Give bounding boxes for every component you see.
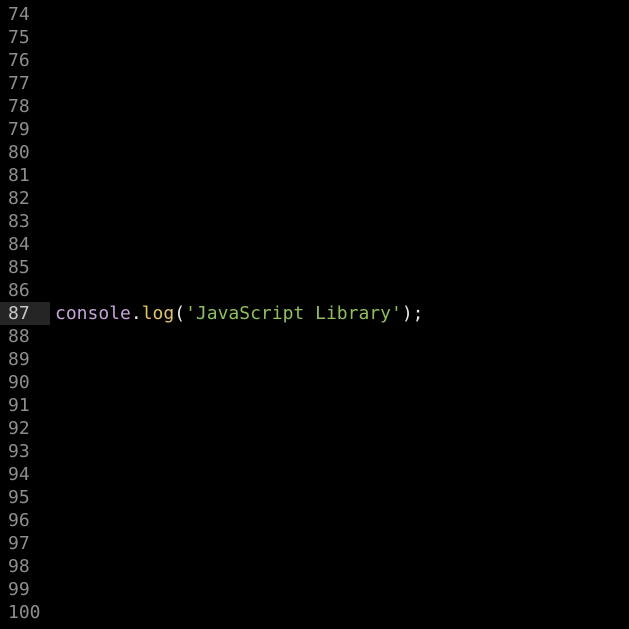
code-line[interactable] [55, 256, 629, 279]
line-number-gutter: 74 75 76 77 78 79 80 81 82 83 84 85 86 8… [0, 3, 50, 624]
code-line[interactable] [55, 141, 629, 164]
code-line[interactable] [55, 486, 629, 509]
line-number: 82 [8, 188, 30, 209]
code-line[interactable] [55, 371, 629, 394]
code-line[interactable] [55, 210, 629, 233]
active-line-number: 87 [0, 302, 50, 325]
line-number: 75 [8, 27, 30, 48]
code-line[interactable] [55, 394, 629, 417]
code-line[interactable] [55, 118, 629, 141]
line-number: 90 [8, 372, 30, 393]
code-line[interactable] [55, 555, 629, 578]
code-line[interactable] [55, 95, 629, 118]
code-token-close: ); [401, 303, 424, 324]
code-token-method: log [141, 303, 175, 324]
line-number: 84 [8, 234, 30, 255]
code-line[interactable] [55, 509, 629, 532]
line-number: 79 [8, 119, 30, 140]
line-number: 94 [8, 464, 30, 485]
line-number: 100 [8, 602, 41, 623]
active-code-line[interactable]: console.log('JavaScript Library'); [55, 302, 629, 325]
line-number: 74 [8, 4, 30, 25]
code-line[interactable] [55, 49, 629, 72]
code-line[interactable] [55, 417, 629, 440]
code-area[interactable]: console.log('JavaScript Library'); [55, 3, 629, 624]
line-number: 89 [8, 349, 30, 370]
line-number: 88 [8, 326, 30, 347]
line-number: 92 [8, 418, 30, 439]
code-line[interactable] [55, 72, 629, 95]
code-line[interactable] [55, 26, 629, 49]
line-number: 95 [8, 487, 30, 508]
code-token-dot: . [130, 303, 142, 324]
code-line[interactable] [55, 233, 629, 256]
line-number: 97 [8, 533, 30, 554]
code-token-string: 'JavaScript Library' [185, 303, 402, 324]
code-line[interactable] [55, 440, 629, 463]
code-line[interactable] [55, 187, 629, 210]
line-number: 98 [8, 556, 30, 577]
code-line[interactable] [55, 601, 629, 624]
line-number: 85 [8, 257, 30, 278]
line-number: 99 [8, 579, 30, 600]
line-number: 86 [8, 280, 30, 301]
line-number: 81 [8, 165, 30, 186]
code-token-open-paren: ( [174, 303, 186, 324]
code-line[interactable] [55, 3, 629, 26]
code-line[interactable] [55, 164, 629, 187]
line-number: 78 [8, 96, 30, 117]
line-number: 93 [8, 441, 30, 462]
code-line[interactable] [55, 532, 629, 555]
line-number: 96 [8, 510, 30, 531]
code-line[interactable] [55, 463, 629, 486]
line-number: 91 [8, 395, 30, 416]
code-line[interactable] [55, 279, 629, 302]
line-number: 77 [8, 73, 30, 94]
line-number: 83 [8, 211, 30, 232]
code-editor[interactable]: 74 75 76 77 78 79 80 81 82 83 84 85 86 8… [0, 0, 629, 629]
code-line[interactable] [55, 325, 629, 348]
line-number: 80 [8, 142, 30, 163]
line-number: 76 [8, 50, 30, 71]
code-line[interactable] [55, 348, 629, 371]
code-token-object: console [55, 303, 131, 324]
code-line[interactable] [55, 578, 629, 601]
